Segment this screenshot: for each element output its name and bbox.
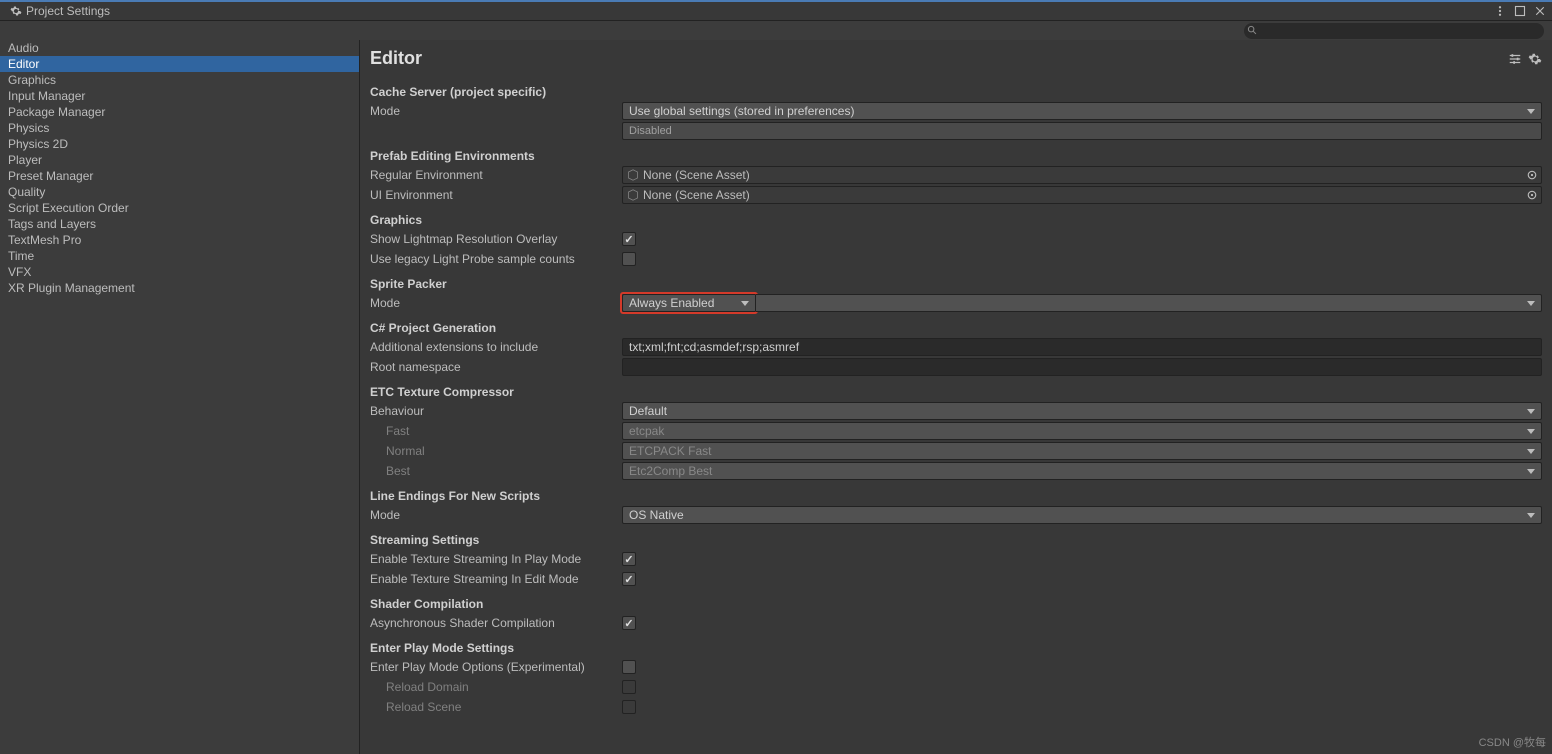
object-picker-icon[interactable] <box>1526 169 1538 181</box>
sliders-icon[interactable] <box>1508 52 1522 66</box>
best-dropdown[interactable]: Etc2Comp Best <box>622 462 1542 480</box>
lineendings-heading: Line Endings For New Scripts <box>370 489 1542 503</box>
search-icon <box>1247 25 1258 36</box>
stream-edit-checkbox[interactable] <box>622 572 636 586</box>
sidebar-item-tags-and-layers[interactable]: Tags and Layers <box>0 216 359 232</box>
object-picker-icon[interactable] <box>1526 189 1538 201</box>
titlebar: Project Settings <box>0 0 1552 20</box>
reload-domain-label: Reload Domain <box>370 680 622 694</box>
sidebar-item-quality[interactable]: Quality <box>0 184 359 200</box>
stream-play-checkbox[interactable] <box>622 552 636 566</box>
ns-label: Root namespace <box>370 360 622 374</box>
lineendings-dropdown[interactable]: OS Native <box>622 506 1542 524</box>
fast-label: Fast <box>370 424 622 438</box>
playmode-heading: Enter Play Mode Settings <box>370 641 1542 655</box>
cache-mode-dropdown[interactable]: Use global settings (stored in preferenc… <box>622 102 1542 120</box>
stream-edit-label: Enable Texture Streaming In Edit Mode <box>370 572 622 586</box>
normal-label: Normal <box>370 444 622 458</box>
legacy-probe-checkbox[interactable] <box>622 252 636 266</box>
sidebar-item-vfx[interactable]: VFX <box>0 264 359 280</box>
playmode-options-checkbox[interactable] <box>622 660 636 674</box>
sprite-heading: Sprite Packer <box>370 277 1542 291</box>
reload-scene-label: Reload Scene <box>370 700 622 714</box>
async-shader-label: Asynchronous Shader Compilation <box>370 616 622 630</box>
unity-icon <box>627 189 639 201</box>
graphics-heading: Graphics <box>370 213 1542 227</box>
sidebar-item-preset-manager[interactable]: Preset Manager <box>0 168 359 184</box>
ext-label: Additional extensions to include <box>370 340 622 354</box>
sidebar-item-graphics[interactable]: Graphics <box>0 72 359 88</box>
sidebar-item-xr-plugin-management[interactable]: XR Plugin Management <box>0 280 359 296</box>
cache-server-heading: Cache Server (project specific) <box>370 85 1542 99</box>
search-input[interactable] <box>1244 23 1544 39</box>
normal-dropdown[interactable]: ETCPACK Fast <box>622 442 1542 460</box>
sprite-mode-dropdown[interactable]: Always Enabled <box>622 294 756 312</box>
best-label: Best <box>370 464 622 478</box>
watermark: CSDN @牧每 <box>1479 734 1546 750</box>
prefab-heading: Prefab Editing Environments <box>370 149 1542 163</box>
sidebar-item-input-manager[interactable]: Input Manager <box>0 88 359 104</box>
fast-dropdown[interactable]: etcpak <box>622 422 1542 440</box>
sidebar-item-physics[interactable]: Physics <box>0 120 359 136</box>
unity-icon <box>627 169 639 181</box>
gear-icon <box>10 5 22 17</box>
window-title: Project Settings <box>26 4 110 18</box>
settings-gear-icon[interactable] <box>1528 52 1542 66</box>
async-shader-checkbox[interactable] <box>622 616 636 630</box>
sidebar-item-audio[interactable]: Audio <box>0 40 359 56</box>
cache-mode-label: Mode <box>370 104 622 118</box>
window-tab[interactable]: Project Settings <box>0 2 120 20</box>
reload-domain-checkbox <box>622 680 636 694</box>
regular-env-label: Regular Environment <box>370 168 622 182</box>
sidebar-item-player[interactable]: Player <box>0 152 359 168</box>
close-icon[interactable] <box>1534 5 1546 17</box>
regular-env-field[interactable]: None (Scene Asset) <box>622 166 1542 184</box>
sidebar-item-textmesh-pro[interactable]: TextMesh Pro <box>0 232 359 248</box>
ns-input[interactable] <box>622 358 1542 376</box>
sidebar-item-physics-2d[interactable]: Physics 2D <box>0 136 359 152</box>
csproj-heading: C# Project Generation <box>370 321 1542 335</box>
sidebar-item-time[interactable]: Time <box>0 248 359 264</box>
lightmap-label: Show Lightmap Resolution Overlay <box>370 232 622 246</box>
maximize-icon[interactable] <box>1514 5 1526 17</box>
sidebar-item-package-manager[interactable]: Package Manager <box>0 104 359 120</box>
legacy-probe-label: Use legacy Light Probe sample counts <box>370 252 622 266</box>
page-title: Editor <box>370 48 1508 69</box>
etc-heading: ETC Texture Compressor <box>370 385 1542 399</box>
sprite-mode-label: Mode <box>370 296 622 310</box>
search-bar <box>0 20 1552 40</box>
ui-env-field[interactable]: None (Scene Asset) <box>622 186 1542 204</box>
content-panel: Editor Cache Server (project specific) M… <box>360 40 1552 754</box>
behaviour-dropdown[interactable]: Default <box>622 402 1542 420</box>
sprite-mode-dropdown-ext[interactable] <box>756 294 1542 312</box>
cache-status: Disabled <box>622 122 1542 140</box>
ui-env-label: UI Environment <box>370 188 622 202</box>
menu-icon[interactable] <box>1494 5 1506 17</box>
behaviour-label: Behaviour <box>370 404 622 418</box>
stream-play-label: Enable Texture Streaming In Play Mode <box>370 552 622 566</box>
ext-input[interactable] <box>622 338 1542 356</box>
streaming-heading: Streaming Settings <box>370 533 1542 547</box>
sidebar: AudioEditorGraphicsInput ManagerPackage … <box>0 40 360 754</box>
sidebar-item-editor[interactable]: Editor <box>0 56 359 72</box>
reload-scene-checkbox <box>622 700 636 714</box>
sidebar-item-script-execution-order[interactable]: Script Execution Order <box>0 200 359 216</box>
shader-heading: Shader Compilation <box>370 597 1542 611</box>
playmode-options-label: Enter Play Mode Options (Experimental) <box>370 660 622 674</box>
lineendings-mode-label: Mode <box>370 508 622 522</box>
lightmap-checkbox[interactable] <box>622 232 636 246</box>
